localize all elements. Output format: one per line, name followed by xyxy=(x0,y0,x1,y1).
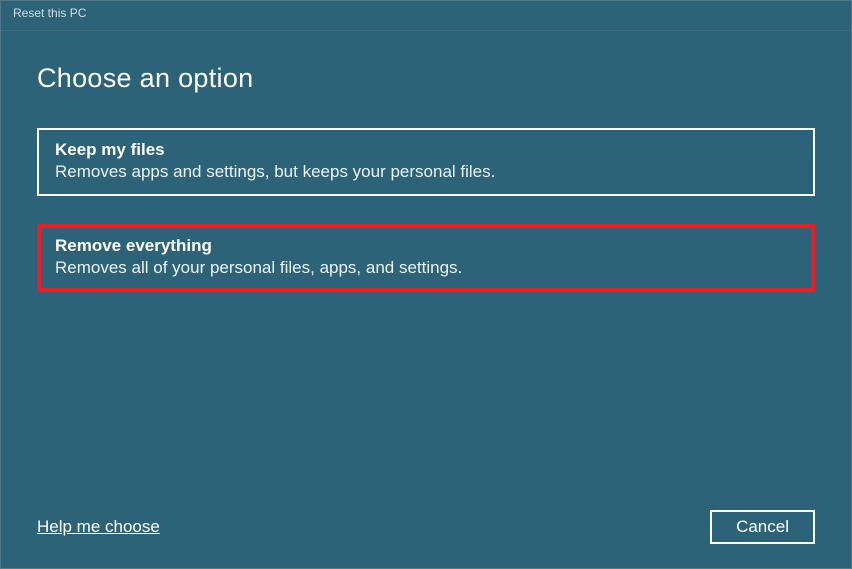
option-keep-my-files[interactable]: Keep my files Removes apps and settings,… xyxy=(37,128,815,196)
option-description: Removes all of your personal files, apps… xyxy=(55,258,797,278)
window-titlebar: Reset this PC xyxy=(1,1,851,31)
reset-pc-window: Reset this PC Choose an option Keep my f… xyxy=(0,0,852,569)
window-title: Reset this PC xyxy=(13,6,86,20)
footer: Help me choose Cancel xyxy=(37,510,815,544)
help-me-choose-link[interactable]: Help me choose xyxy=(37,517,160,537)
page-heading: Choose an option xyxy=(37,63,815,94)
option-description: Removes apps and settings, but keeps you… xyxy=(55,162,797,182)
option-title: Keep my files xyxy=(55,140,797,160)
option-remove-everything[interactable]: Remove everything Removes all of your pe… xyxy=(37,224,815,292)
option-title: Remove everything xyxy=(55,236,797,256)
content-area: Choose an option Keep my files Removes a… xyxy=(1,31,851,568)
cancel-button[interactable]: Cancel xyxy=(710,510,815,544)
